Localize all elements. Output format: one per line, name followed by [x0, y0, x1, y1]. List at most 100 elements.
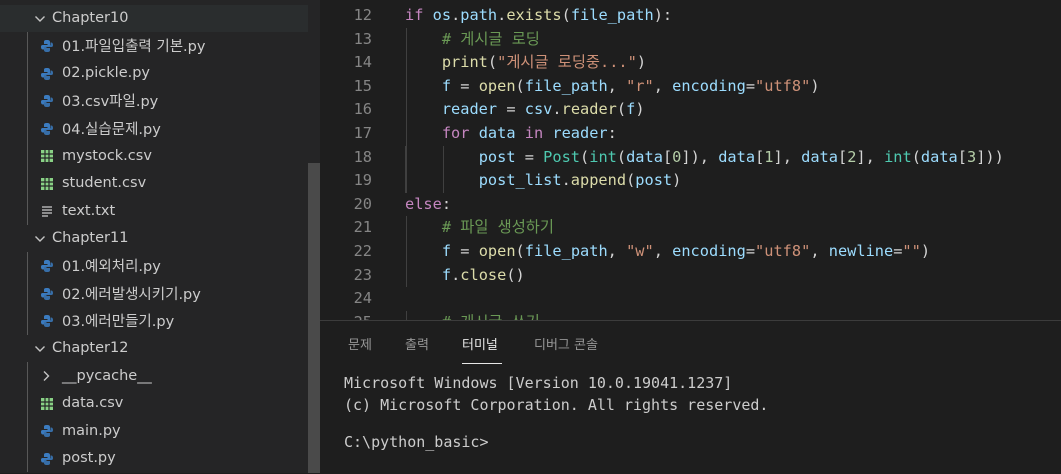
python-file-icon: [41, 67, 53, 80]
python-file-icon: [41, 40, 53, 52]
code-token: if: [405, 6, 433, 24]
code-token: reader: [561, 100, 617, 119]
code-token: [: [755, 147, 765, 166]
indent-guide: [27, 252, 28, 280]
code-editor[interactable]: 12 if os.path.exists(file_path): 13 # 게시글 …: [320, 0, 1061, 320]
code-token: .: [451, 265, 461, 284]
tab-terminal[interactable]: 터미널: [462, 334, 498, 353]
folder-item[interactable]: __pycache__: [0, 362, 308, 390]
tab-debug-console[interactable]: 디버그 콘솔: [534, 334, 598, 353]
code-line: 19 post_list.append(post): [320, 169, 1061, 193]
file-item[interactable]: main.py: [0, 417, 308, 445]
code-token: data: [626, 147, 663, 166]
code-token: ,: [653, 76, 673, 95]
chevron-down-icon[interactable]: [34, 13, 46, 25]
code-token: int: [884, 147, 912, 166]
code-token: :: [441, 194, 452, 213]
file-item[interactable]: student.csv: [0, 169, 308, 197]
code-token: file_path: [570, 6, 654, 24]
chevron-right-icon[interactable]: [40, 370, 52, 382]
code-token: f: [441, 242, 452, 260]
file-item[interactable]: 01.파일입출력 기본.py: [0, 32, 308, 60]
code-token: =: [497, 100, 525, 119]
code-token: (: [515, 242, 525, 260]
file-name: __pycache__: [62, 367, 152, 384]
file-item[interactable]: data.csv: [0, 389, 308, 417]
line-number: 12: [353, 6, 372, 24]
code-token: =: [745, 76, 756, 95]
file-item[interactable]: mystock.csv: [0, 142, 308, 170]
code-token: =: [451, 242, 479, 260]
file-item[interactable]: 03.csv파일.py: [0, 87, 308, 115]
code-token: .: [497, 6, 507, 24]
indent-guide: [27, 169, 28, 197]
file-item[interactable]: post.py: [0, 444, 308, 472]
code-token: (): [506, 265, 525, 284]
code-token: (: [616, 100, 627, 119]
code-token: ,: [607, 242, 627, 260]
file-item[interactable]: 03.에러만들기.py: [0, 307, 308, 335]
folder-item[interactable]: Chapter12: [0, 335, 308, 363]
file-item[interactable]: 02.에러발생시키기.py: [0, 279, 308, 307]
code-token: "utf8": [755, 242, 811, 260]
line-number: 16: [353, 100, 372, 119]
file-item[interactable]: 01.예외처리.py: [0, 252, 308, 280]
code-token: =: [451, 76, 479, 95]
code-token: .: [561, 171, 571, 190]
file-name: student.csv: [62, 175, 147, 192]
code-token: # 파일 생성하기: [441, 218, 554, 237]
file-name: text.txt: [62, 202, 116, 219]
file-item[interactable]: 02.pickle.py: [0, 59, 308, 87]
code-token: 0: [672, 147, 682, 166]
code-token: =: [515, 147, 544, 166]
tab-problems[interactable]: 문제: [348, 334, 372, 353]
code-line: 12 if os.path.exists(file_path):: [320, 4, 1061, 28]
code-token: ): [672, 171, 682, 190]
code-token: "": [902, 242, 921, 260]
indent-guide: [27, 362, 28, 390]
code-token: reader: [441, 100, 498, 119]
file-item[interactable]: 04.실습문제.py: [0, 114, 308, 142]
line-number: 13: [353, 29, 372, 48]
code-token: encoding: [672, 76, 746, 95]
code-token: ])): [976, 147, 1004, 166]
code-text: # 게시글 쓰기: [405, 311, 540, 320]
file-item[interactable]: text.txt: [0, 197, 308, 225]
file-name: 03.에러만들기.py: [62, 314, 175, 331]
line-number: 19: [353, 171, 372, 190]
tab-output[interactable]: 출력: [405, 334, 429, 353]
line-number: 14: [353, 53, 372, 72]
code-line: 15 f = open(file_path, "r", encoding="ut…: [320, 74, 1061, 99]
chevron-down-icon[interactable]: [34, 343, 46, 355]
indent-guide: [27, 142, 28, 170]
file-name: 04.실습문제.py: [62, 121, 161, 138]
code-token: open: [478, 76, 516, 95]
code-token: (: [515, 76, 525, 95]
code-text: f = open(file_path, "w", encoding="utf8"…: [405, 240, 930, 264]
indent-guide: [27, 279, 28, 307]
chevron-down-icon[interactable]: [34, 233, 46, 245]
code-line: 22 f = open(file_path, "w", encoding="ut…: [320, 240, 1061, 264]
file-name: post.py: [62, 450, 116, 467]
python-file-icon: [41, 122, 53, 135]
indent-guide: [27, 197, 28, 225]
code-text: print("게시글 로딩중..."): [405, 51, 646, 75]
code-token: data: [801, 147, 838, 166]
code-token: # 게시글 쓰기: [442, 313, 540, 320]
code-token: ): [810, 76, 820, 95]
code-token: "게시글 로딩중...": [497, 53, 637, 72]
explorer-scrollbar[interactable]: [308, 163, 320, 473]
code-token: Post: [543, 147, 581, 166]
code-token: encoding: [672, 242, 746, 260]
folder-item[interactable]: Chapter10: [0, 4, 308, 32]
python-file-icon: [41, 452, 53, 465]
folder-item[interactable]: Chapter11: [0, 225, 308, 253]
code-token: ,: [653, 242, 673, 260]
code-line: 24: [320, 287, 1061, 311]
indent-guide: [27, 32, 28, 60]
code-token: post: [635, 171, 673, 190]
